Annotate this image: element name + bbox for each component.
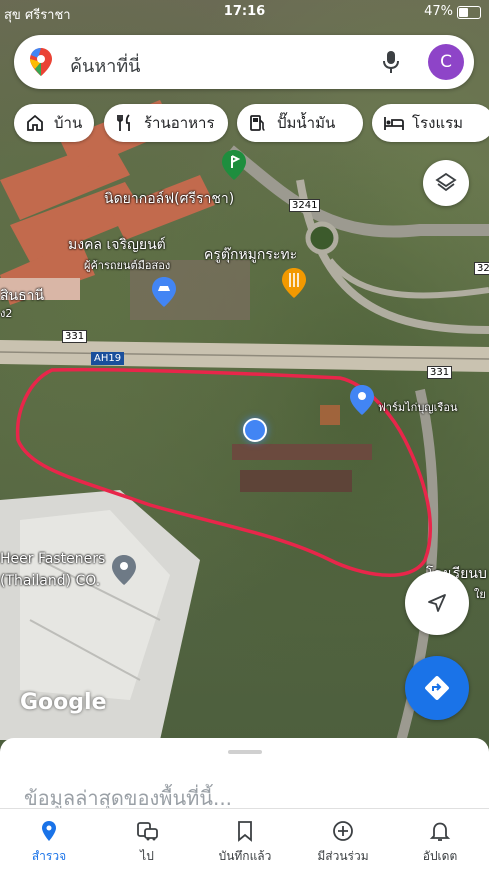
my-location-button[interactable] — [405, 571, 469, 635]
place-label-mongkol[interactable]: มงคล เจริญยนต์ — [68, 234, 166, 256]
directions-icon — [425, 676, 449, 700]
nav-label: บันทึกแล้ว — [218, 849, 272, 863]
farm-pin-icon[interactable] — [350, 385, 374, 415]
chip-home[interactable]: บ้าน — [14, 104, 94, 142]
navigation-arrow-icon — [428, 594, 446, 612]
chip-gas[interactable]: ปั๊มน้ำมัน — [237, 104, 363, 142]
fasteners-pin-icon[interactable] — [112, 555, 136, 585]
road-sign-331-left: 331 — [62, 330, 88, 343]
golf-pin-icon[interactable] — [222, 150, 246, 180]
chip-hotel[interactable]: โรงแรม — [372, 104, 489, 142]
nav-label: อัปเดต — [422, 849, 458, 863]
current-location-dot — [243, 418, 267, 442]
nav-label: สำรวจ — [31, 849, 67, 863]
chip-restaurant[interactable]: ร้านอาหาร — [104, 104, 228, 142]
bookmark-icon — [238, 821, 252, 842]
battery-icon — [457, 6, 481, 19]
bell-icon — [429, 822, 451, 841]
add-circle-icon — [333, 821, 353, 841]
nav-label: ไป — [140, 849, 154, 863]
restaurant-icon — [117, 114, 130, 131]
place-label-golf[interactable]: นิดยากอล์ฟ(ศรีราชา) — [104, 188, 234, 210]
sheet-drag-handle[interactable] — [228, 750, 262, 754]
directions-button[interactable] — [405, 656, 469, 720]
battery-percent: 47% — [424, 4, 453, 19]
account-avatar[interactable]: C — [428, 44, 464, 80]
place-label-farm[interactable]: ฟาร์มไก่บุญเรือน — [378, 398, 457, 416]
place-label-fasteners[interactable]: Heer Fasteners — [0, 551, 105, 567]
place-sublabel-fasteners: (Thailand) CO. — [0, 573, 101, 589]
chip-label: โรงแรม — [412, 114, 464, 132]
search-bar[interactable]: ค้นหาที่นี่ C — [14, 35, 474, 89]
search-placeholder[interactable]: ค้นหาที่นี่ — [70, 51, 141, 80]
google-maps-logo-icon — [30, 48, 52, 76]
category-chips: บ้าน ร้านอาหาร ปั๊มน้ำมัน โรงแรม — [14, 104, 489, 142]
microphone-icon[interactable] — [382, 50, 400, 74]
nav-label: มีส่วนร่วม — [317, 849, 369, 863]
chip-label: ปั๊มน้ำมัน — [277, 114, 336, 132]
status-bar: สุข ศรีราชา 17:16 47% — [0, 0, 489, 26]
google-logo: Google — [20, 690, 107, 715]
layers-button[interactable] — [423, 160, 469, 206]
nav-updates[interactable]: อัปเดต — [391, 809, 489, 871]
explore-pin-icon — [42, 821, 56, 841]
place-sublabel-sinthani: ง2 — [0, 307, 13, 320]
restaurant-pin-icon[interactable] — [282, 268, 306, 298]
gas-station-icon — [250, 115, 265, 131]
chip-label: บ้าน — [54, 114, 83, 132]
nav-saved[interactable]: บันทึกแล้ว — [196, 809, 294, 871]
nav-contribute[interactable]: มีส่วนร่วม — [294, 809, 392, 871]
place-label-restaurant[interactable]: ครูตุ๊กหมูกระทะ — [204, 244, 297, 266]
nav-go[interactable]: ไป — [98, 809, 196, 871]
home-icon — [27, 114, 43, 131]
road-sign-3241: 3241 — [289, 199, 321, 212]
place-sublabel-mongkol: ผู้ค้ารถยนต์มือสอง — [84, 259, 171, 272]
road-sign-331-right: 331 — [427, 366, 453, 379]
layers-icon — [435, 172, 457, 192]
bottom-navigation: สำรวจ ไป บันทึกแล้ว มีส่วนร่วม อัปเดต — [0, 808, 489, 871]
chip-label: ร้านอาหาร — [144, 114, 215, 132]
commute-icon — [137, 822, 158, 841]
hotel-icon — [384, 117, 404, 130]
place-sublabel-school: ใย — [474, 588, 486, 601]
car-dealer-pin-icon[interactable] — [152, 277, 176, 307]
nav-explore[interactable]: สำรวจ — [0, 809, 98, 871]
road-sign-324: 324 — [474, 262, 489, 275]
road-sign-ah19: AH19 — [91, 352, 125, 365]
clock: 17:16 — [223, 4, 266, 19]
